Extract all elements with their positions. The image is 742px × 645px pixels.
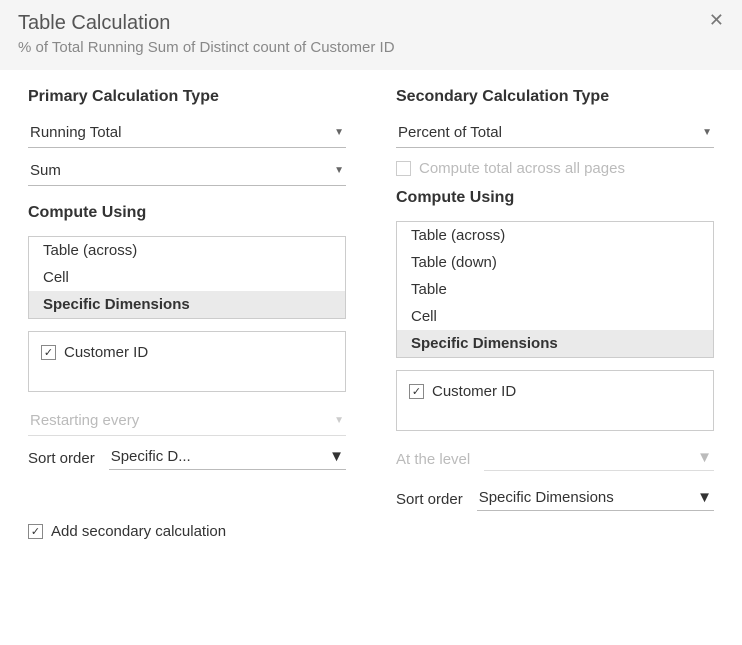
compute-pages-label: Compute total across all pages: [419, 160, 625, 177]
secondary-sort-select[interactable]: Specific Dimensions ▼: [477, 487, 714, 511]
compute-option-table-across[interactable]: Table (across): [29, 237, 345, 264]
primary-dimension-row[interactable]: ✓ Customer ID: [41, 342, 333, 363]
checkbox-unchecked-icon: [396, 161, 411, 176]
primary-sort-label: Sort order: [28, 450, 95, 467]
secondary-sort-value: Specific Dimensions: [479, 489, 614, 506]
chevron-down-icon: ▼: [697, 489, 712, 506]
primary-sort-select[interactable]: Specific D... ▼: [109, 446, 346, 470]
secondary-dimensions-box: ✓ Customer ID: [396, 370, 714, 431]
primary-compute-listbox: Table (across) Cell Specific Dimensions: [28, 236, 346, 319]
compute-option-specific[interactable]: Specific Dimensions: [29, 291, 345, 318]
chevron-down-icon: ▼: [334, 415, 344, 426]
secondary-calc-type-value: Percent of Total: [398, 124, 502, 141]
dialog-subtitle: % of Total Running Sum of Distinct count…: [18, 39, 724, 56]
primary-sort-row: Sort order Specific D... ▼: [28, 446, 346, 470]
compute-option-table-across[interactable]: Table (across): [397, 222, 713, 249]
primary-aggregation-value: Sum: [30, 162, 61, 179]
at-level-select: ▼: [484, 447, 714, 471]
secondary-calc-type-select[interactable]: Percent of Total ▼: [396, 120, 714, 148]
restarting-every-select: Restarting every ▼: [28, 408, 346, 436]
secondary-dimension-label: Customer ID: [432, 383, 516, 400]
dialog-header: Table Calculation % of Total Running Sum…: [0, 0, 742, 70]
secondary-column: Secondary Calculation Type Percent of To…: [396, 88, 714, 511]
compute-option-cell[interactable]: Cell: [397, 303, 713, 330]
secondary-compute-listbox: Table (across) Table (down) Table Cell S…: [396, 221, 714, 358]
secondary-dimension-row[interactable]: ✓ Customer ID: [409, 381, 701, 402]
dialog-body: Primary Calculation Type Running Total ▼…: [0, 70, 742, 521]
compute-pages-row: Compute total across all pages: [396, 158, 714, 179]
secondary-compute-heading: Compute Using: [396, 189, 714, 207]
checkbox-checked-icon[interactable]: ✓: [409, 384, 424, 399]
primary-column: Primary Calculation Type Running Total ▼…: [28, 88, 346, 511]
at-level-label: At the level: [396, 451, 470, 468]
dialog-footer: ✓ Add secondary calculation: [0, 521, 742, 560]
chevron-down-icon: ▼: [334, 165, 344, 176]
primary-dimension-label: Customer ID: [64, 344, 148, 361]
secondary-sort-row: Sort order Specific Dimensions ▼: [396, 487, 714, 511]
secondary-sort-label: Sort order: [396, 491, 463, 508]
dialog-title: Table Calculation: [18, 12, 724, 35]
close-icon[interactable]: ✕: [709, 10, 724, 31]
chevron-down-icon: ▼: [702, 127, 712, 138]
primary-calc-type-value: Running Total: [30, 124, 121, 141]
chevron-down-icon: ▼: [329, 448, 344, 465]
compute-option-table[interactable]: Table: [397, 276, 713, 303]
compute-option-cell[interactable]: Cell: [29, 264, 345, 291]
primary-dimensions-box: ✓ Customer ID: [28, 331, 346, 392]
add-secondary-label: Add secondary calculation: [51, 523, 226, 540]
chevron-down-icon: ▼: [697, 449, 712, 466]
secondary-level-row: At the level ▼: [396, 447, 714, 471]
compute-option-specific[interactable]: Specific Dimensions: [397, 330, 713, 357]
compute-option-table-down[interactable]: Table (down): [397, 249, 713, 276]
primary-sort-value: Specific D...: [111, 448, 191, 465]
restarting-every-label: Restarting every: [30, 412, 139, 429]
primary-calc-type-select[interactable]: Running Total ▼: [28, 120, 346, 148]
add-secondary-row[interactable]: ✓ Add secondary calculation: [28, 521, 714, 542]
chevron-down-icon: ▼: [334, 127, 344, 138]
checkbox-checked-icon[interactable]: ✓: [28, 524, 43, 539]
checkbox-checked-icon[interactable]: ✓: [41, 345, 56, 360]
primary-compute-heading: Compute Using: [28, 204, 346, 222]
primary-heading: Primary Calculation Type: [28, 88, 346, 106]
secondary-heading: Secondary Calculation Type: [396, 88, 714, 106]
primary-aggregation-select[interactable]: Sum ▼: [28, 158, 346, 186]
